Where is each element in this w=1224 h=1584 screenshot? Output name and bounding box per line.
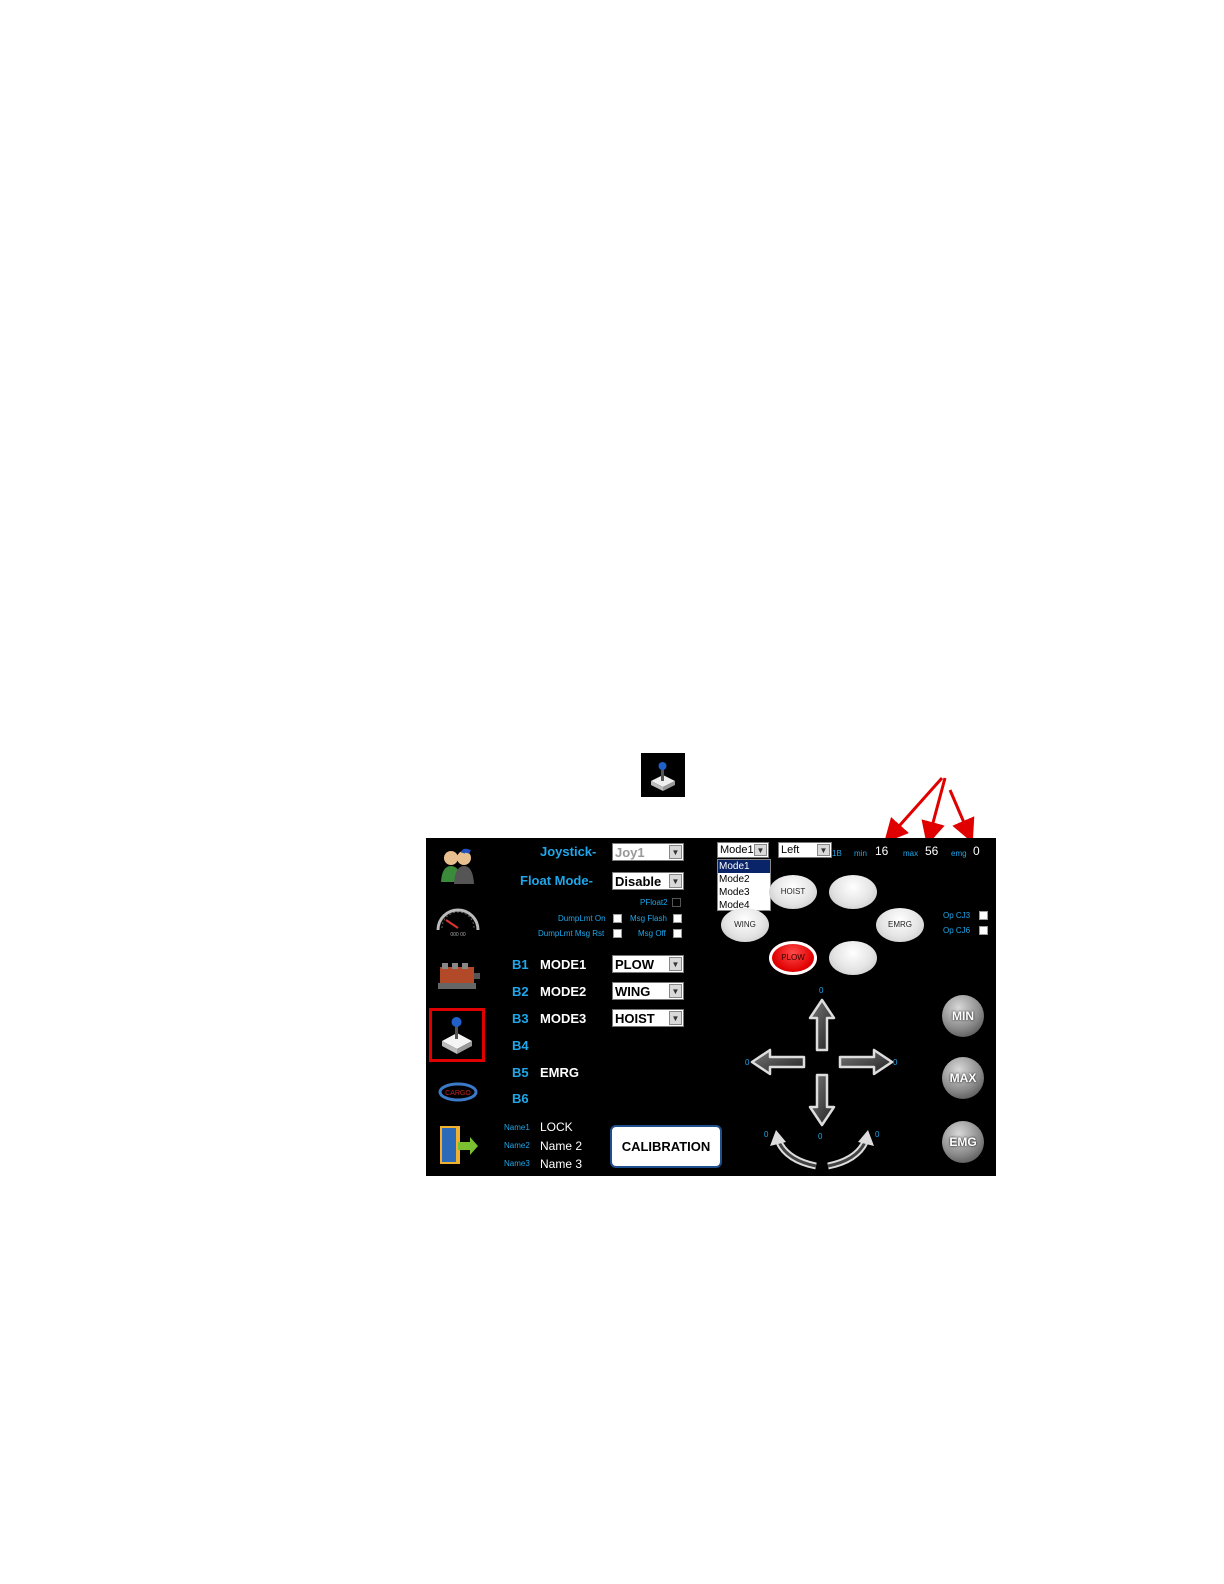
mode-dropdown-list[interactable]: Mode1 Mode2 Mode3 Mode4 <box>717 859 771 911</box>
b2-function-value: WING <box>615 984 651 999</box>
b1-function-select[interactable]: PLOW ▼ <box>612 955 684 973</box>
pfloat2-label: PFloat2 <box>640 898 668 907</box>
float-mode-value: Disable <box>615 874 662 889</box>
mode-option[interactable]: Mode3 <box>718 886 770 899</box>
pfloat2-checkbox[interactable] <box>672 898 681 907</box>
plow-button[interactable]: PLOW <box>769 941 817 975</box>
joystick-settings-screen: 000 00 CARGO Joystick- Joy1 ▼ Float Mode… <box>426 838 996 1176</box>
b5-mode-label: EMRG <box>540 1065 579 1080</box>
side-select[interactable]: Left ▼ <box>778 842 832 858</box>
chevron-down-icon[interactable]: ▼ <box>669 874 682 888</box>
msg-off-label: Msg Off <box>638 929 666 938</box>
chevron-down-icon[interactable]: ▼ <box>669 845 682 859</box>
joystick-tab-selected[interactable] <box>429 1008 485 1062</box>
b1-label: B1 <box>512 957 529 972</box>
b2-label: B2 <box>512 984 529 999</box>
blank-button-top[interactable] <box>829 875 877 909</box>
joystick-icon <box>641 753 685 797</box>
wing-button[interactable]: WING <box>721 908 769 942</box>
svg-text:000 00: 000 00 <box>450 932 466 938</box>
sander-icon[interactable]: CARGO <box>432 1070 484 1118</box>
chevron-down-icon[interactable]: ▼ <box>669 984 682 998</box>
up-value: 0 <box>819 986 824 995</box>
dumplmt-msg-rst-label: DumpLmt Msg Rst <box>538 929 605 938</box>
b3-function-value: HOIST <box>615 1011 655 1026</box>
emg-value: 0 <box>973 844 980 858</box>
b4-label: B4 <box>512 1038 529 1053</box>
msg-off-checkbox[interactable] <box>673 929 682 938</box>
emg-label: emg <box>951 849 967 858</box>
name3-value[interactable]: Name 3 <box>540 1157 582 1171</box>
chevron-down-icon[interactable]: ▼ <box>754 844 767 856</box>
users-icon[interactable] <box>432 844 484 892</box>
rotate-left-value: 0 <box>764 1130 769 1139</box>
rotate-left-icon[interactable] <box>770 1130 817 1170</box>
emg-button[interactable]: EMG <box>942 1121 984 1163</box>
right-value: 0 <box>893 1058 898 1067</box>
dumplmt-on-checkbox[interactable] <box>613 914 622 923</box>
name1-label: Name1 <box>504 1123 530 1132</box>
down-value: 0 <box>818 1132 823 1141</box>
chevron-down-icon[interactable]: ▼ <box>669 957 682 971</box>
name2-value[interactable]: Name 2 <box>540 1139 582 1153</box>
mode-select-value: Mode1 <box>720 844 754 856</box>
rotate-right-value: 0 <box>875 1130 880 1139</box>
calibration-button[interactable]: CALIBRATION <box>610 1125 722 1168</box>
valve-block-icon[interactable] <box>432 955 484 1003</box>
min-button[interactable]: MIN <box>942 995 984 1037</box>
arrow-up-icon[interactable] <box>808 998 836 1052</box>
svg-text:CARGO: CARGO <box>445 1090 471 1097</box>
b2-mode-label: MODE2 <box>540 984 587 999</box>
msg-flash-checkbox[interactable] <box>673 914 682 923</box>
arrow-left-icon[interactable] <box>750 1048 806 1076</box>
name3-label: Name3 <box>504 1159 530 1168</box>
joystick-label: Joystick- <box>540 844 597 859</box>
arrow-right-icon[interactable] <box>838 1048 894 1076</box>
joystick-select-value: Joy1 <box>615 845 645 860</box>
b3-label: B3 <box>512 1011 529 1026</box>
dumplmt-on-label: DumpLmt On <box>558 914 606 923</box>
float-mode-label: Float Mode- <box>520 873 593 888</box>
b2-function-select[interactable]: WING ▼ <box>612 982 684 1000</box>
chevron-down-icon[interactable]: ▼ <box>817 844 830 856</box>
b1-function-value: PLOW <box>615 957 654 972</box>
direction-pad <box>750 998 894 1170</box>
chevron-down-icon[interactable]: ▼ <box>669 1011 682 1025</box>
rotate-right-icon[interactable] <box>827 1130 874 1170</box>
b1-mode-label: MODE1 <box>540 957 587 972</box>
op-cj6-checkbox[interactable] <box>979 926 988 935</box>
mode-option[interactable]: Mode2 <box>718 873 770 886</box>
emrg-button[interactable]: EMRG <box>876 908 924 942</box>
blank-button-bottom[interactable] <box>829 941 877 975</box>
op-cj6-label: Op CJ6 <box>943 926 971 935</box>
b6-label: B6 <box>512 1091 529 1106</box>
min-label: min <box>854 849 867 858</box>
op-cj3-label: Op CJ3 <box>943 911 971 920</box>
float-mode-select[interactable]: Disable ▼ <box>612 872 684 890</box>
side-suffix: 1B <box>832 849 842 858</box>
mode-select[interactable]: Mode1 ▼ <box>717 842 769 858</box>
speedometer-icon[interactable]: 000 00 <box>432 896 484 944</box>
b3-function-select[interactable]: HOIST ▼ <box>612 1009 684 1027</box>
hoist-button[interactable]: HOIST <box>769 875 817 909</box>
max-value: 56 <box>925 844 939 858</box>
op-cj3-checkbox[interactable] <box>979 911 988 920</box>
max-button[interactable]: MAX <box>942 1057 984 1099</box>
side-select-value: Left <box>781 844 800 856</box>
max-label: max <box>903 849 919 858</box>
b3-mode-label: MODE3 <box>540 1011 587 1026</box>
joystick-select[interactable]: Joy1 ▼ <box>612 843 684 861</box>
dumplmt-msg-rst-checkbox[interactable] <box>613 929 622 938</box>
name2-label: Name2 <box>504 1141 530 1150</box>
msg-flash-label: Msg Flash <box>630 914 667 923</box>
name1-value[interactable]: LOCK <box>540 1120 573 1134</box>
mode-option[interactable]: Mode1 <box>718 860 770 873</box>
b5-label: B5 <box>512 1065 529 1080</box>
left-value: 0 <box>745 1058 750 1067</box>
arrow-down-icon[interactable] <box>808 1073 836 1127</box>
exit-door-icon[interactable] <box>432 1122 484 1170</box>
min-value: 16 <box>875 844 889 858</box>
